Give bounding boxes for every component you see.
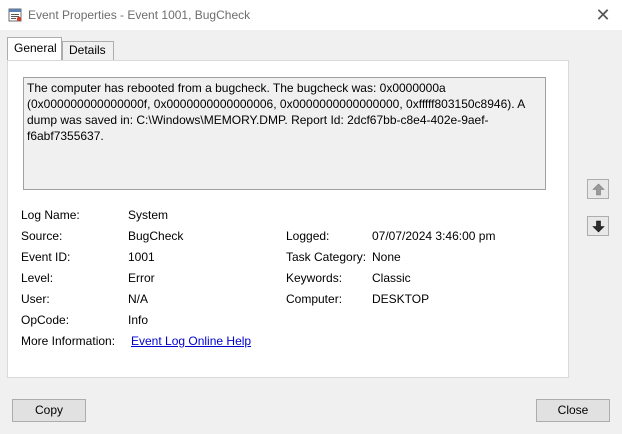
event-properties-window: Event Properties - Event 1001, BugCheck … [0, 0, 622, 434]
opcode-value: Info [128, 313, 149, 327]
log-name-value: System [128, 208, 169, 222]
event-log-online-help-link[interactable]: Event Log Online Help [131, 334, 251, 348]
tab-details[interactable]: Details [62, 41, 114, 60]
copy-button[interactable]: Copy [12, 399, 86, 422]
keywords-label: Keywords: [286, 271, 343, 285]
log-name-label: Log Name: [21, 208, 80, 222]
event-id-value: 1001 [128, 250, 155, 264]
computer-value: DESKTOP [372, 292, 430, 306]
event-viewer-icon [8, 8, 22, 22]
opcode-label: OpCode: [21, 313, 70, 327]
event-description[interactable]: The computer has rebooted from a bugchec… [23, 77, 546, 190]
previous-event-button[interactable] [587, 179, 609, 199]
level-label: Level: [21, 271, 54, 285]
logged-label: Logged: [286, 229, 330, 243]
level-value: Error [128, 271, 155, 285]
computer-label: Computer: [286, 292, 343, 306]
window-close-button[interactable]: ✕ [592, 4, 614, 26]
source-value: BugCheck [128, 229, 184, 243]
task-category-value: None [372, 250, 401, 264]
event-id-label: Event ID: [21, 250, 71, 264]
more-information-label: More Information: [21, 334, 116, 348]
logged-value: 07/07/2024 3:46:00 pm [372, 229, 496, 243]
general-panel: The computer has rebooted from a bugchec… [7, 60, 569, 378]
task-category-label: Task Category: [286, 250, 367, 264]
user-label: User: [21, 292, 50, 306]
window-title: Event Properties - Event 1001, BugCheck [28, 8, 251, 22]
close-button[interactable]: Close [536, 399, 610, 422]
keywords-value: Classic [372, 271, 411, 285]
title-bar: Event Properties - Event 1001, BugCheck … [0, 0, 622, 30]
source-label: Source: [21, 229, 63, 243]
user-value: N/A [128, 292, 149, 306]
next-event-button[interactable] [587, 216, 609, 236]
tab-general[interactable]: General [7, 37, 62, 60]
